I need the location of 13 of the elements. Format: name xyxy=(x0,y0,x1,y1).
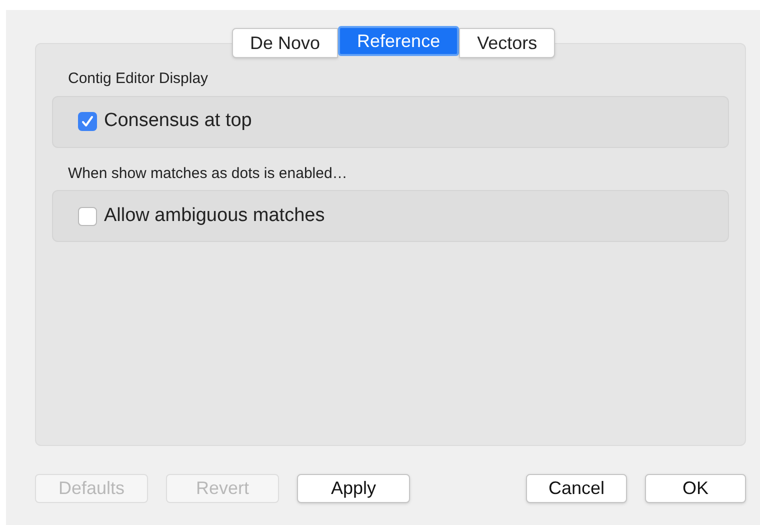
push-button[interactable]: Cancel xyxy=(526,474,627,503)
push-button[interactable]: Apply xyxy=(297,474,410,503)
checkbox-label: Consensus at top xyxy=(104,109,252,134)
tab[interactable]: Vectors xyxy=(459,28,556,58)
tab[interactable]: Reference xyxy=(338,26,460,56)
tab[interactable]: De Novo xyxy=(232,28,338,58)
checkbox[interactable] xyxy=(78,206,97,226)
push-button[interactable]: OK xyxy=(645,474,746,503)
checkbox-label: Allow ambiguous matches xyxy=(104,204,325,228)
checkmark-icon xyxy=(81,115,94,128)
section-label: When show matches as dots is enabled… xyxy=(68,164,348,184)
section-label: Contig Editor Display xyxy=(68,69,210,89)
checkbox[interactable] xyxy=(78,112,97,131)
